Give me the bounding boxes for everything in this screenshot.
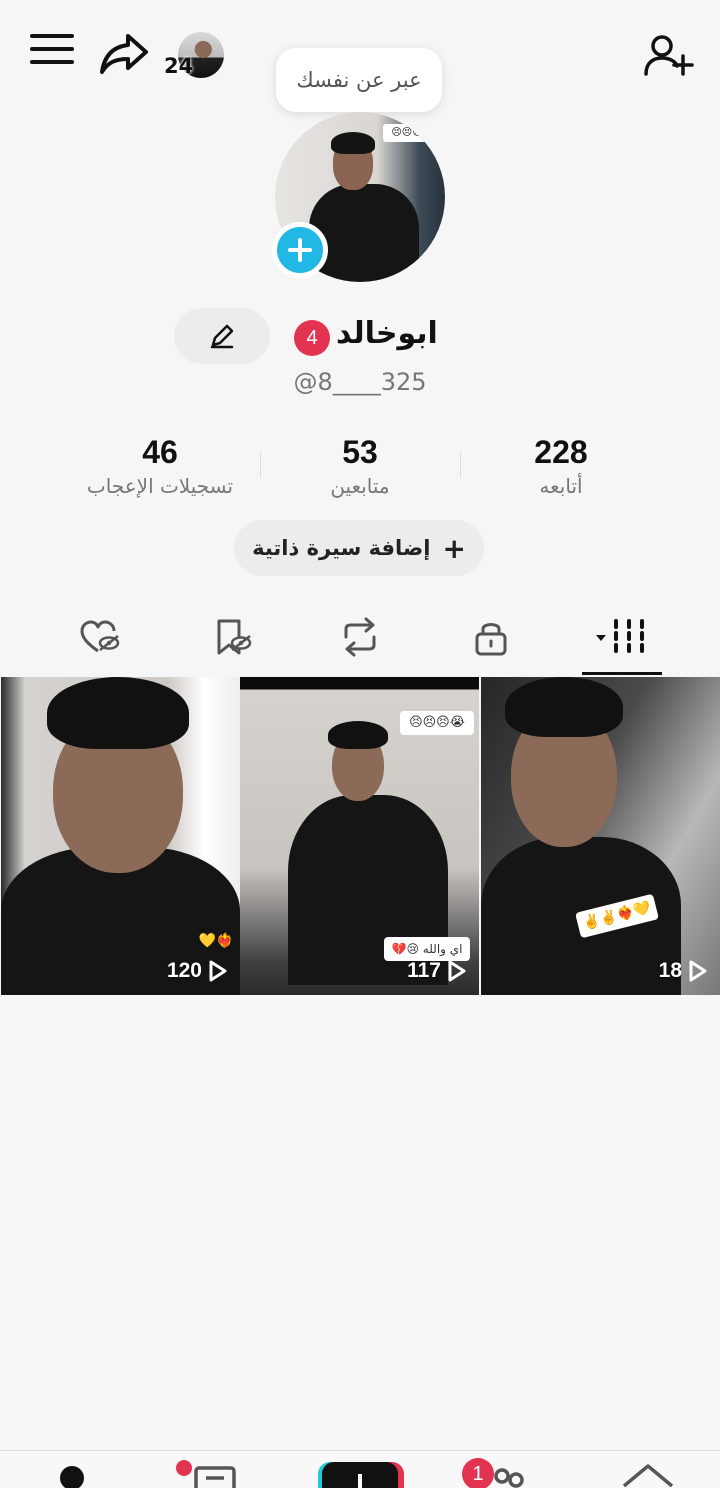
nav-create[interactable] xyxy=(318,1452,404,1488)
add-friend-button[interactable] xyxy=(640,32,694,80)
tab-videos[interactable] xyxy=(582,610,662,664)
video-sticker: 💛❤️‍🔥 xyxy=(198,933,234,949)
menu-line xyxy=(30,60,74,64)
story-count: 24 xyxy=(164,54,194,78)
video-views: 18 xyxy=(659,959,708,983)
video-top-sticker: 😣😣😣😭 xyxy=(400,711,474,735)
stat-likes-label: تسجيلات الإعجاب xyxy=(86,474,234,498)
share-button[interactable] xyxy=(98,30,150,76)
nav-home[interactable] xyxy=(608,1452,688,1488)
avatar-sticker: 😣😣😣 xyxy=(383,124,431,142)
menu-line xyxy=(30,34,74,38)
repost-icon xyxy=(344,617,376,657)
video-sticker: اي والله 😢💔 xyxy=(384,937,470,961)
pencil-icon xyxy=(210,324,234,349)
video-view-count: 117 xyxy=(407,959,441,982)
nav-profile[interactable] xyxy=(32,1452,112,1488)
stat-following[interactable]: 228 أتابعه xyxy=(461,432,661,500)
play-icon xyxy=(448,960,466,982)
plus-icon: + xyxy=(442,531,466,565)
bio-tooltip[interactable]: عبر عن نفسك xyxy=(276,48,442,112)
nav-friends[interactable]: 1 xyxy=(460,1452,540,1488)
inbox-notification-dot xyxy=(176,1460,192,1476)
home-icon xyxy=(622,1464,674,1488)
video-tile[interactable]: 💛❤️‍🔥 120 xyxy=(1,677,240,995)
avatar-shirt xyxy=(309,184,419,282)
avatar-hair xyxy=(331,132,375,154)
create-plus-icon xyxy=(318,1462,404,1488)
name-badge: 4 xyxy=(294,320,330,356)
stat-following-value: 228 xyxy=(534,434,588,470)
edit-profile-button[interactable] xyxy=(174,308,270,364)
profile-icon xyxy=(60,1466,84,1488)
video-thumbnail-hair xyxy=(47,677,189,749)
avatar-add-button[interactable] xyxy=(272,222,328,278)
video-tile[interactable]: 😣😣😣😭 اي والله 😢💔 117 xyxy=(240,677,479,995)
video-thumbnail-hair xyxy=(505,677,623,737)
add-user-icon xyxy=(644,35,694,76)
share-arrow-icon xyxy=(100,34,148,74)
stat-followers[interactable]: 53 متابعين xyxy=(260,432,460,500)
tab-private[interactable] xyxy=(451,610,531,664)
stat-likes-value: 46 xyxy=(142,434,178,470)
stat-divider xyxy=(260,452,261,478)
stat-followers-label: متابعين xyxy=(330,474,390,498)
tab-liked[interactable] xyxy=(60,610,140,664)
video-views: 120 xyxy=(167,959,228,983)
play-icon xyxy=(689,960,707,982)
stat-likes[interactable]: 46 تسجيلات الإعجاب xyxy=(60,432,260,500)
lock-icon xyxy=(475,623,507,656)
add-bio-button[interactable]: + إضافة سيرة ذاتية xyxy=(234,520,484,576)
play-icon xyxy=(209,960,227,982)
add-bio-label: إضافة سيرة ذاتية xyxy=(252,536,431,560)
menu-button[interactable] xyxy=(30,34,74,70)
tab-reposts[interactable] xyxy=(320,610,400,664)
video-thumbnail-hair xyxy=(328,721,388,749)
menu-line xyxy=(30,47,74,51)
friends-icon xyxy=(494,1468,524,1488)
video-tile[interactable]: ✌️✌️❤️‍🔥💛 18 xyxy=(481,677,720,995)
active-tab-indicator xyxy=(582,672,662,675)
stat-followers-value: 53 xyxy=(342,434,378,470)
grid-bars-icon xyxy=(596,619,644,655)
tab-favorites[interactable] xyxy=(192,610,272,664)
profile-name: ابوخالد xyxy=(336,316,438,351)
plus-icon xyxy=(288,238,312,262)
profile-handle: @8____325 xyxy=(0,368,720,396)
handle-text: @8____325 xyxy=(293,368,427,396)
heart-hidden-icon xyxy=(80,620,120,653)
story-avatar[interactable]: 24 xyxy=(164,32,226,82)
video-view-count: 18 xyxy=(658,959,682,982)
stat-divider xyxy=(460,452,461,478)
video-view-count: 120 xyxy=(166,959,202,982)
stat-following-label: أتابعه xyxy=(539,474,583,498)
bookmark-hidden-icon xyxy=(217,619,252,655)
video-views: 117 xyxy=(407,959,467,983)
nav-inbox[interactable] xyxy=(176,1452,256,1488)
